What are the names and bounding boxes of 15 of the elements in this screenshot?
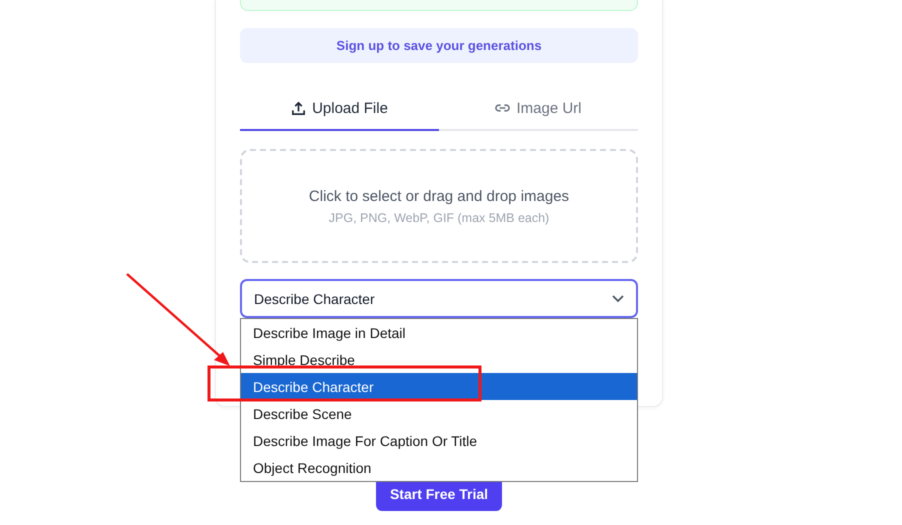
dropzone-title: Click to select or drag and drop images — [308, 188, 570, 204]
tab[interactable]: Image Url — [439, 91, 638, 131]
dropzone-hint: JPG, PNG, WebP, GIF (max 5MB each) — [328, 210, 550, 224]
link-icon — [495, 103, 510, 113]
dropdown-option[interactable]: Describe Image For Caption Or Title — [241, 427, 637, 454]
dropdown-option[interactable]: Describe Scene — [241, 400, 637, 427]
chevron-icon — [612, 294, 624, 302]
dropdown-option[interactable]: Describe Character — [241, 373, 637, 400]
mode-select[interactable]: Describe Character — [240, 279, 638, 318]
tab[interactable]: Upload File — [240, 91, 439, 131]
dropdown-option[interactable]: Describe Image in Detail — [241, 319, 637, 346]
dropdown-option[interactable]: Simple Describe — [241, 346, 637, 373]
upload-icon — [291, 100, 306, 116]
signup-banner[interactable]: Sign up to save your generations — [240, 28, 638, 63]
upload-dropzone[interactable]: Click to select or drag and drop images JPG, PNG, WebP, GIF (max 5MB each) — [240, 149, 638, 263]
